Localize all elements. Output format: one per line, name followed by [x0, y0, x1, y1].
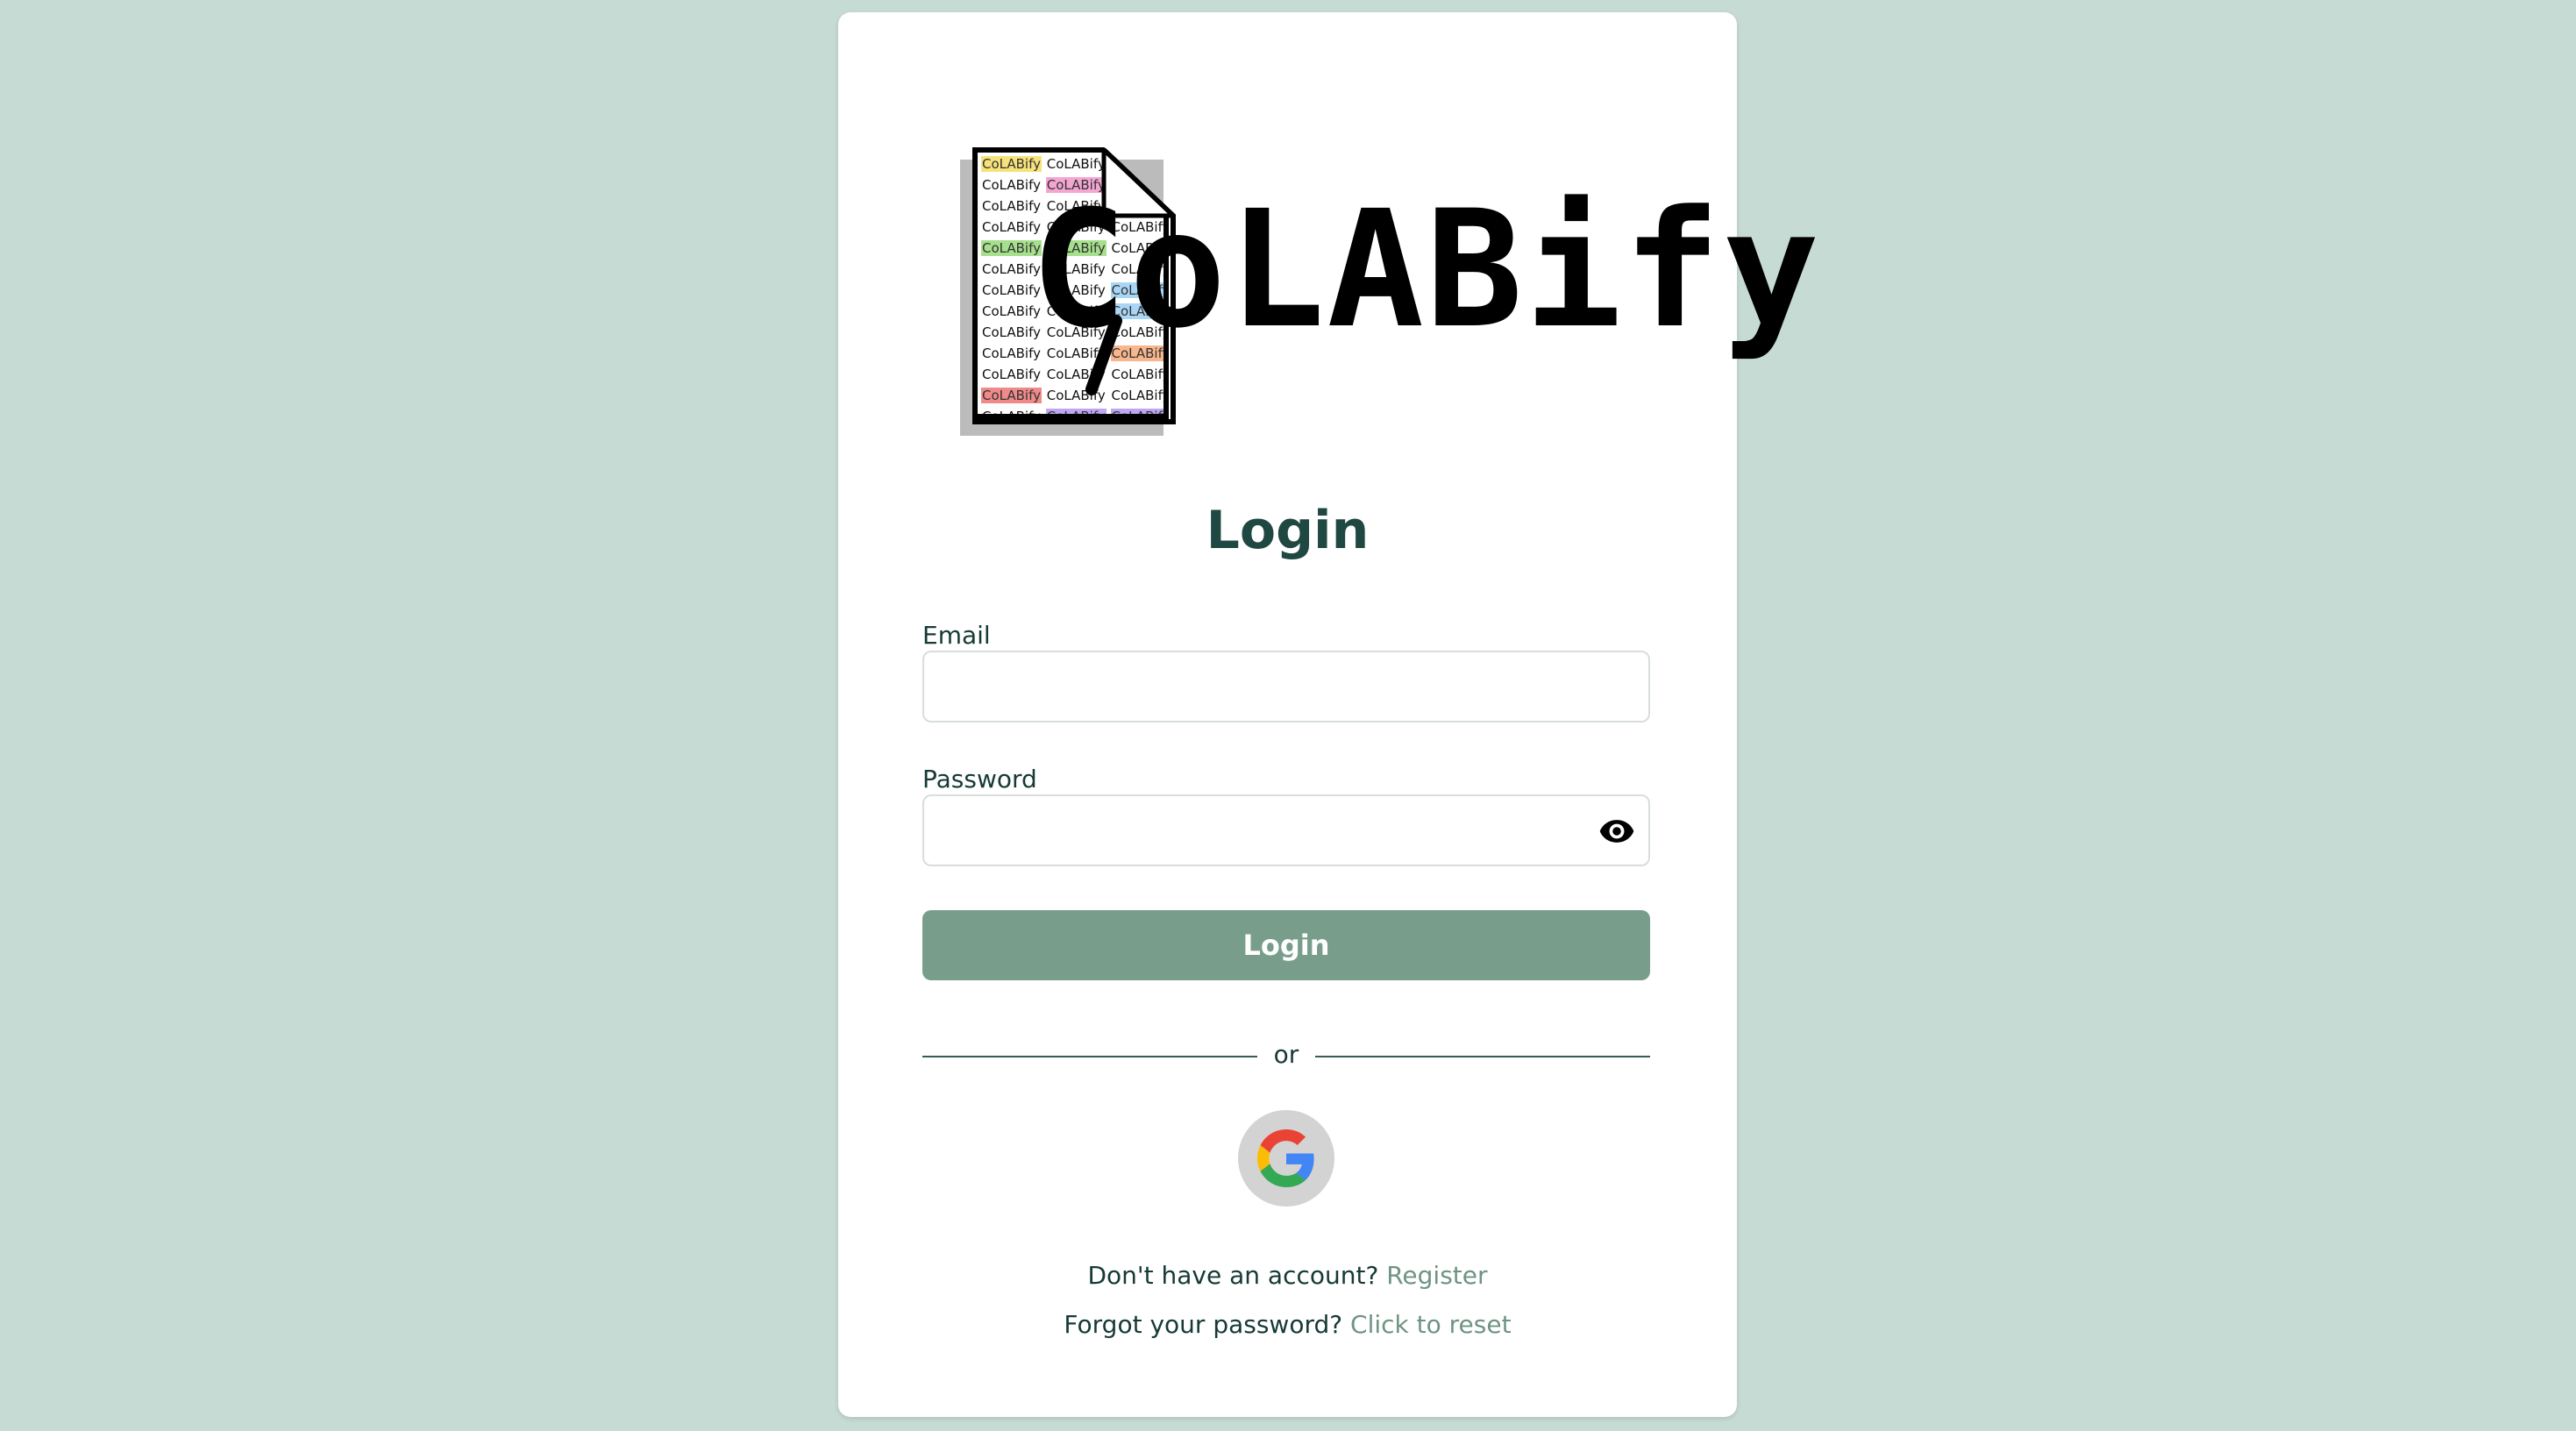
- login-card: CoLABify CoLABify CoLABify CoLABify CoLAB…: [838, 12, 1819, 1417]
- reset-link[interactable]: Click to reset: [1350, 1310, 1512, 1339]
- logo-document-word: CoLABify: [982, 409, 1041, 419]
- email-field[interactable]: [924, 652, 1648, 721]
- register-prompt: Don't have an account?: [1087, 1261, 1379, 1290]
- register-link[interactable]: Register: [1386, 1261, 1487, 1290]
- email-label: Email: [922, 621, 991, 650]
- password-label: Password: [922, 765, 1037, 794]
- password-field[interactable]: [924, 796, 1648, 865]
- divider-line-right: [1315, 1056, 1650, 1057]
- logo-document-word: CoLABify: [1046, 156, 1106, 172]
- forgot-prompt: Forgot your password?: [1064, 1310, 1343, 1339]
- logo-document-word: CoLABify: [981, 388, 1042, 403]
- password-field-wrapper: [922, 794, 1650, 866]
- page-title: Login: [1206, 500, 1370, 561]
- reset-row: Forgot your password? Click to reset: [838, 1310, 1737, 1339]
- google-icon: [1257, 1129, 1314, 1187]
- or-divider: or: [922, 1040, 1650, 1075]
- divider-text: or: [1273, 1040, 1299, 1069]
- logo-document-word: CoLABify: [982, 367, 1041, 382]
- register-row: Don't have an account? Register: [838, 1261, 1737, 1290]
- magnifier-icon: [1085, 315, 1122, 395]
- email-field-wrapper: [922, 651, 1650, 723]
- login-button[interactable]: Login: [922, 910, 1650, 980]
- logo-document-word: CoLABify: [981, 156, 1042, 172]
- colabify-logo: CoLABify CoLABify CoLABify CoLABify CoLAB…: [960, 144, 1819, 459]
- google-sign-in-button[interactable]: [1238, 1110, 1334, 1207]
- eye-icon[interactable]: [1598, 812, 1636, 851]
